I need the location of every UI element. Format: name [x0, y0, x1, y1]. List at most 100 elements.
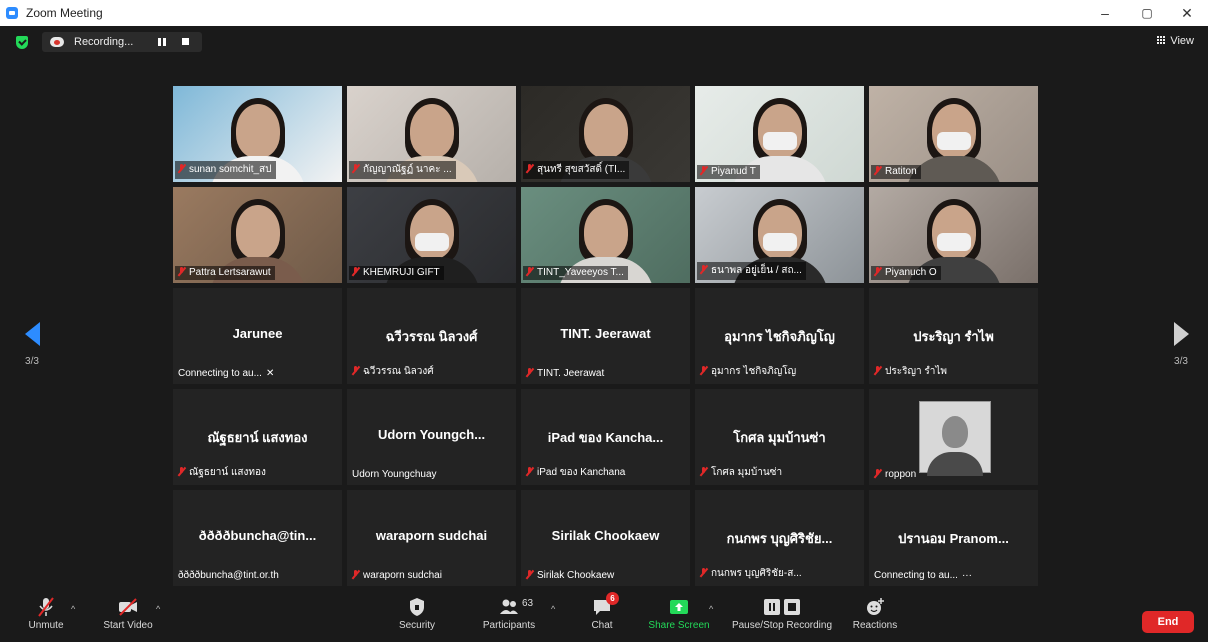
- video-off-icon: [117, 596, 139, 618]
- participant-tile[interactable]: ปรานอม Pranom... Connecting to au... ···: [869, 490, 1038, 586]
- chat-button[interactable]: 6 Chat: [585, 592, 619, 631]
- meeting-topbar: Recording... View: [0, 26, 1208, 58]
- participant-name: ธนาพล อยู่เย็น / สถ...: [711, 265, 802, 276]
- participant-name-label: Udorn Youngchuay: [349, 468, 441, 482]
- participant-video-face: [583, 205, 628, 259]
- muted-mic-icon: [526, 164, 533, 173]
- zoom-app-icon: [6, 7, 18, 19]
- reactions-smiley-icon: [864, 596, 886, 618]
- audio-options-caret[interactable]: ^: [71, 604, 75, 614]
- participant-name-label: TINT. Jeerawat: [523, 367, 608, 381]
- participant-tile[interactable]: ððððbuncha@tin... ððððbuncha@tint.or.th: [173, 490, 342, 586]
- participant-name: ประริญา รำไพ: [885, 366, 947, 377]
- minimize-button[interactable]: –: [1090, 3, 1120, 23]
- muted-mic-icon: [700, 265, 707, 274]
- participant-name: ณัฐธยาน์ แสงทอง: [189, 467, 266, 478]
- participant-tile[interactable]: TINT_Yaveeyos T...: [521, 187, 690, 283]
- share-options-caret[interactable]: ^: [709, 604, 713, 614]
- participant-name-label: Connecting to au... ✕: [175, 367, 278, 381]
- participant-tile[interactable]: ประริญา รำไพ ประริญา รำไพ: [869, 288, 1038, 384]
- muted-mic-icon: [700, 366, 707, 375]
- participant-tile[interactable]: Pattra Lertsarawut: [173, 187, 342, 283]
- encryption-shield-icon[interactable]: [16, 36, 28, 49]
- participant-tile[interactable]: Udorn Youngch... Udorn Youngchuay: [347, 389, 516, 485]
- end-meeting-button[interactable]: End: [1142, 611, 1194, 633]
- close-button[interactable]: ✕: [1172, 3, 1202, 23]
- participant-name: โกศล มุมบ้านซ่า: [711, 467, 783, 478]
- participant-tile[interactable]: KHEMRUJI GIFT: [347, 187, 516, 283]
- participant-tile[interactable]: Piyanud T: [695, 86, 864, 182]
- participant-tile[interactable]: กนกพร บุญศิริชัย... กนกพร บุญศิริชัย-ส...: [695, 490, 864, 586]
- meeting-toolbar: Unmute ^ Start Video ^ Security 63 Parti…: [0, 592, 1208, 642]
- participant-tile[interactable]: กัญญาณัฐฏ์ นาคะ ...: [347, 86, 516, 182]
- participant-tile[interactable]: Ratiton: [869, 86, 1038, 182]
- muted-mic-icon: [35, 596, 57, 618]
- muted-mic-icon: [526, 267, 533, 276]
- participant-video-face: [235, 104, 280, 158]
- face-mask: [936, 233, 971, 251]
- participant-name: สุนทรี สุขสวัสดิ์ (TI...: [537, 164, 626, 175]
- participant-name: Piyanuch O: [885, 267, 937, 278]
- participant-tile[interactable]: อุมากร ไชกิจภิญโญ อุมากร ไชกิจภิญโญ: [695, 288, 864, 384]
- view-button[interactable]: View: [1157, 35, 1194, 47]
- participant-name: KHEMRUJI GIFT: [363, 267, 440, 278]
- participant-display-name: Sirilak Chookaew: [551, 528, 660, 543]
- muted-mic-icon: [352, 570, 359, 579]
- muted-mic-icon: [700, 166, 707, 175]
- participant-tile[interactable]: waraporn sudchai waraporn sudchai: [347, 490, 516, 586]
- video-options-caret[interactable]: ^: [156, 604, 160, 614]
- participant-tile[interactable]: roppon: [869, 389, 1038, 485]
- gallery-grid-icon: [1157, 36, 1167, 45]
- participant-tile[interactable]: iPad ของ Kancha... iPad ของ Kanchana: [521, 389, 690, 485]
- profile-photo-body: [927, 452, 983, 476]
- participants-count: 63: [522, 598, 534, 609]
- next-page-button[interactable]: 3/3: [1166, 322, 1196, 367]
- participant-name-label: ประริญา รำไพ: [871, 363, 951, 381]
- more-options-icon[interactable]: ···: [962, 570, 972, 581]
- stop-recording-icon[interactable]: [182, 38, 189, 45]
- pause-recording-icon[interactable]: [158, 38, 166, 46]
- face-mask: [936, 132, 971, 150]
- participant-tile[interactable]: ณัฐธยาน์ แสงทอง ณัฐธยาน์ แสงทอง: [173, 389, 342, 485]
- muted-mic-icon: [526, 368, 533, 377]
- participant-tile[interactable]: โกศล มุมบ้านซ่า โกศล มุมบ้านซ่า: [695, 389, 864, 485]
- participants-options-caret[interactable]: ^: [551, 604, 555, 614]
- participant-name-label: Sirilak Chookaew: [523, 569, 618, 583]
- pause-stop-recording-label: Pause/Stop Recording: [731, 620, 833, 631]
- participant-name: sunan somchit_สป: [189, 164, 272, 175]
- reactions-button[interactable]: Reactions: [850, 596, 900, 631]
- start-video-button[interactable]: Start Video: [98, 596, 158, 631]
- participant-name: Ratiton: [885, 166, 917, 177]
- muted-mic-icon: [526, 570, 533, 579]
- muted-mic-icon: [178, 267, 185, 276]
- participant-name: ððððbuncha@tint.or.th: [178, 570, 279, 581]
- pause-stop-recording-button[interactable]: Pause/Stop Recording: [728, 596, 836, 631]
- participant-name-label: sunan somchit_สป: [175, 161, 276, 179]
- participant-name: waraporn sudchai: [363, 570, 442, 581]
- cancel-audio-icon[interactable]: ✕: [266, 368, 274, 379]
- restore-button[interactable]: ▢: [1132, 3, 1162, 23]
- participant-tile[interactable]: สุนทรี สุขสวัสดิ์ (TI...: [521, 86, 690, 182]
- participant-tile[interactable]: ฉวีวรรณ นิลวงศ์ ฉวีวรรณ นิลวงศ์: [347, 288, 516, 384]
- cloud-recording-icon: [50, 37, 64, 47]
- participant-tile[interactable]: sunan somchit_สป: [173, 86, 342, 182]
- participant-name: Connecting to au...: [874, 570, 958, 581]
- profile-photo: [919, 401, 991, 476]
- participants-button[interactable]: 63 Participants: [480, 596, 538, 631]
- participant-tile[interactable]: TINT. Jeerawat TINT. Jeerawat: [521, 288, 690, 384]
- participant-tile[interactable]: Jarunee Connecting to au... ✕: [173, 288, 342, 384]
- participant-tile[interactable]: ธนาพล อยู่เย็น / สถ...: [695, 187, 864, 283]
- participant-display-name: Udorn Youngch...: [377, 427, 486, 442]
- muted-mic-icon: [874, 366, 881, 375]
- participant-display-name: อุมากร ไชกิจภิญโญ: [724, 329, 835, 344]
- security-button[interactable]: Security: [395, 596, 439, 631]
- muted-mic-icon: [874, 469, 881, 478]
- participant-tile[interactable]: Piyanuch O: [869, 187, 1038, 283]
- muted-mic-icon: [352, 164, 359, 173]
- share-screen-button[interactable]: Share Screen: [646, 596, 712, 631]
- participant-name: Connecting to au...: [178, 368, 262, 379]
- participant-tile[interactable]: Sirilak Chookaew Sirilak Chookaew: [521, 490, 690, 586]
- previous-page-button[interactable]: 3/3: [17, 322, 47, 367]
- participant-video-face: [409, 104, 454, 158]
- unmute-button[interactable]: Unmute: [24, 596, 68, 631]
